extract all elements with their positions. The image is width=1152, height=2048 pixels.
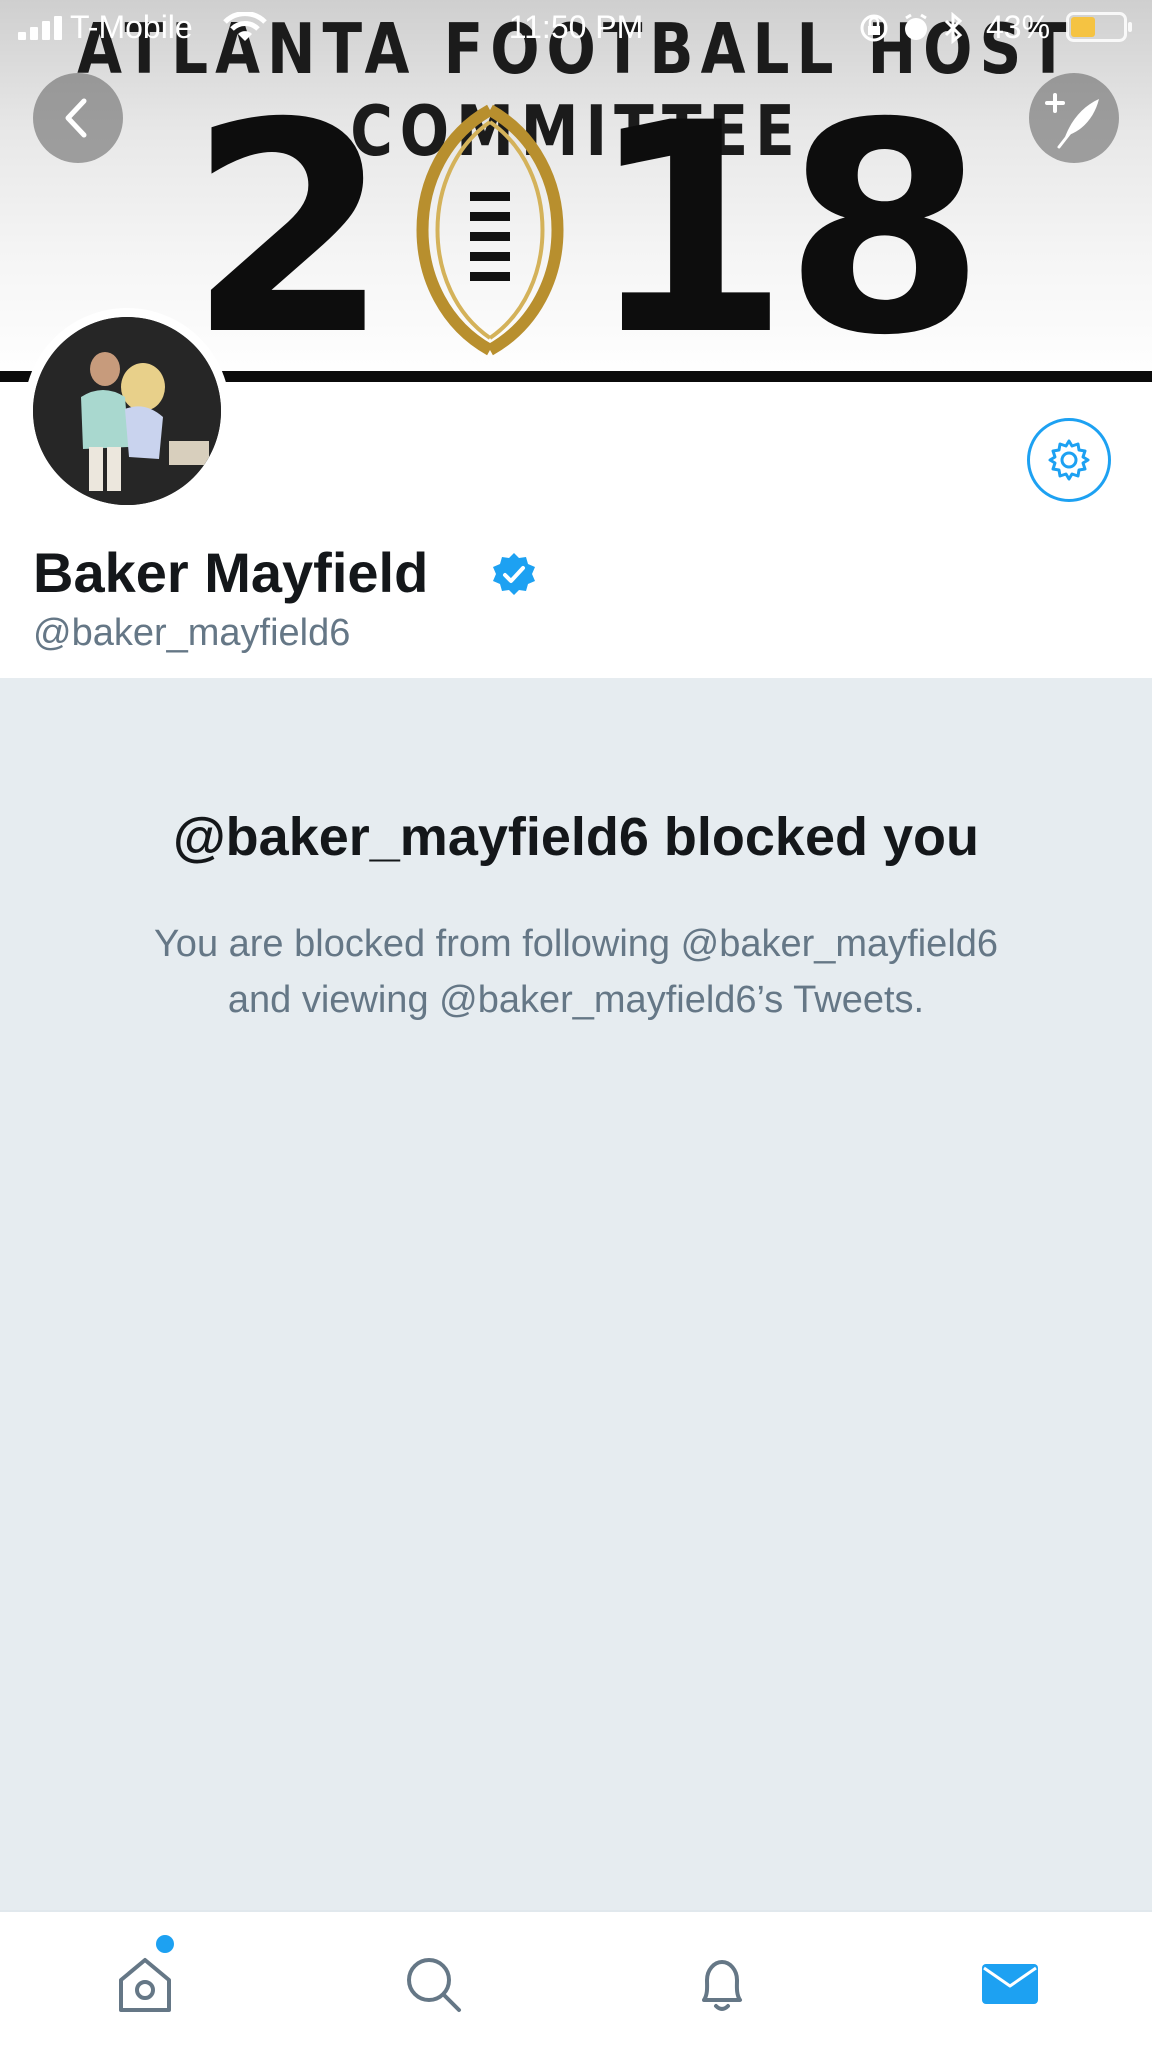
battery-icon xyxy=(1066,12,1132,42)
blocked-title: @baker_mayfield6 blocked you xyxy=(173,807,979,867)
back-arrow-icon xyxy=(65,98,87,138)
status-bar: T-Mobile 11:50 PM 43% xyxy=(0,0,1152,56)
home-icon xyxy=(119,1958,171,2012)
compose-tweet-icon xyxy=(1045,93,1099,149)
home-notification-dot xyxy=(156,1935,174,1953)
banner-year-right: 18 xyxy=(588,62,986,382)
bluetooth-icon xyxy=(944,12,963,44)
avatar[interactable] xyxy=(33,317,221,505)
alarm-icon xyxy=(905,13,927,40)
blocked-description: You are blocked from following @baker_ma… xyxy=(80,916,1072,1028)
blocked-description-line-2: and viewing @baker_mayfield6’s Tweets. xyxy=(227,979,925,1021)
tab-messages[interactable] xyxy=(978,1952,1042,2016)
profile-handle: @baker_mayfield6 xyxy=(33,612,351,654)
gear-icon xyxy=(1048,439,1090,481)
orientation-lock-icon xyxy=(860,14,888,42)
banner-year-left: 2 xyxy=(188,62,390,382)
battery-percent: 43% xyxy=(986,9,1051,45)
profile-display-name: Baker Mayfield xyxy=(33,541,429,604)
back-button[interactable] xyxy=(33,73,123,163)
avatar-photo xyxy=(33,317,221,505)
football-logo-icon xyxy=(416,104,564,356)
bottom-tab-bar xyxy=(0,1910,1152,2048)
status-icons xyxy=(860,12,963,44)
search-icon xyxy=(407,1958,461,2012)
blocked-description-line-1: You are blocked from following @baker_ma… xyxy=(153,923,999,965)
tab-home[interactable] xyxy=(113,1952,177,2016)
tab-notifications[interactable] xyxy=(690,1952,754,2016)
profile-settings-button[interactable] xyxy=(1027,418,1111,502)
messages-icon xyxy=(982,1964,1038,2004)
compose-tweet-button[interactable] xyxy=(1029,73,1119,163)
status-time: 11:50 PM xyxy=(508,9,644,45)
notifications-icon xyxy=(702,1960,742,2011)
verified-badge-icon xyxy=(493,553,535,595)
tab-search[interactable] xyxy=(401,1952,465,2016)
